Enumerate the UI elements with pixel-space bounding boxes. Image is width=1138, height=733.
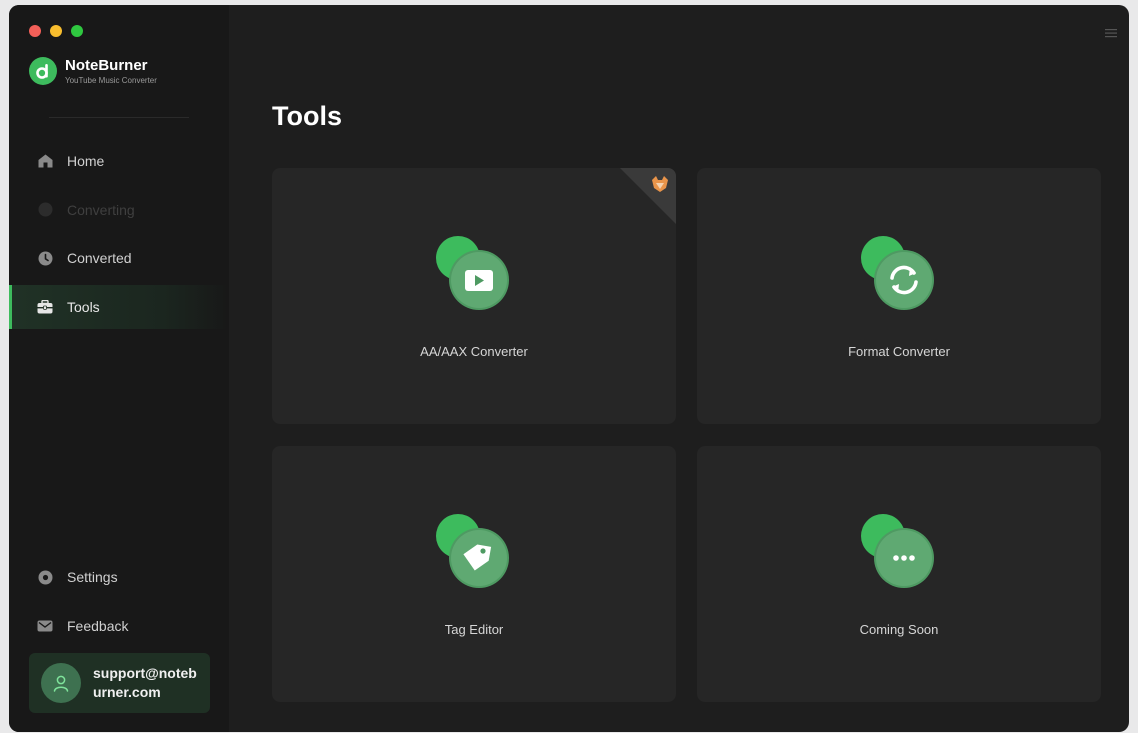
sidebar-item-label: Tools [67,298,100,315]
audiobook-play-icon [435,235,513,315]
noteburner-logo-icon [29,57,57,85]
sidebar-item-label: Home [67,153,105,169]
tool-card-format-converter[interactable]: Format Converter [697,168,1101,424]
tool-card-label: Format Converter [848,344,950,359]
window-controls [29,25,83,37]
user-avatar-icon [41,663,81,703]
app-window: NoteBurner YouTube Music Converter Home … [9,5,1129,732]
sidebar-item-label: Feedback [67,617,129,634]
tool-card-aa-aax-converter[interactable]: AA/AAX Converter [272,168,676,424]
converting-icon [37,202,53,218]
tool-card-coming-soon[interactable]: Coming Soon [697,446,1101,702]
brand: NoteBurner YouTube Music Converter [29,57,157,85]
app-subtitle: YouTube Music Converter [65,76,157,85]
sidebar-item-feedback[interactable]: Feedback [9,604,229,648]
brand-divider [49,117,189,118]
menu-icon[interactable] [1105,25,1117,43]
fox-pro-icon [620,168,676,224]
close-window-button[interactable] [29,25,41,37]
sidebar-item-converted[interactable]: Converted [9,236,229,280]
zoom-window-button[interactable] [71,25,83,37]
app-name: NoteBurner [65,57,148,74]
home-icon [37,153,53,169]
sidebar-item-settings[interactable]: Settings [9,555,229,599]
tool-card-label: Coming Soon [859,622,939,637]
tool-card-label: Tag Editor [444,622,504,637]
sidebar-item-converting[interactable]: Converting [9,188,229,232]
minimize-window-button[interactable] [50,25,62,37]
account-panel[interactable]: support@noteburner.com [29,653,210,713]
toolbox-icon [37,299,53,315]
sidebar-item-label: Settings [67,569,118,585]
tool-card-tag-editor[interactable]: Tag Editor [272,446,676,702]
tag-icon [435,513,513,593]
clock-icon [37,250,53,266]
tool-card-label: AA/AAX Converter [420,344,528,359]
page-title: Tools [272,101,342,131]
sidebar-bottom-nav: Settings Feedback [9,555,229,652]
more-icon [860,513,938,593]
sidebar-item-tools[interactable]: Tools [9,284,229,329]
account-email: support@noteburner.com [93,665,197,700]
sidebar-item-label: Converting [67,201,135,218]
sidebar-nav: Home Converting Converted Tools [9,139,229,333]
sidebar: NoteBurner YouTube Music Converter Home … [9,5,229,732]
gear-icon [37,569,53,585]
sidebar-item-home[interactable]: Home [9,139,229,183]
sidebar-item-label: Converted [67,250,132,266]
mail-icon [37,618,53,634]
refresh-icon [860,235,938,315]
